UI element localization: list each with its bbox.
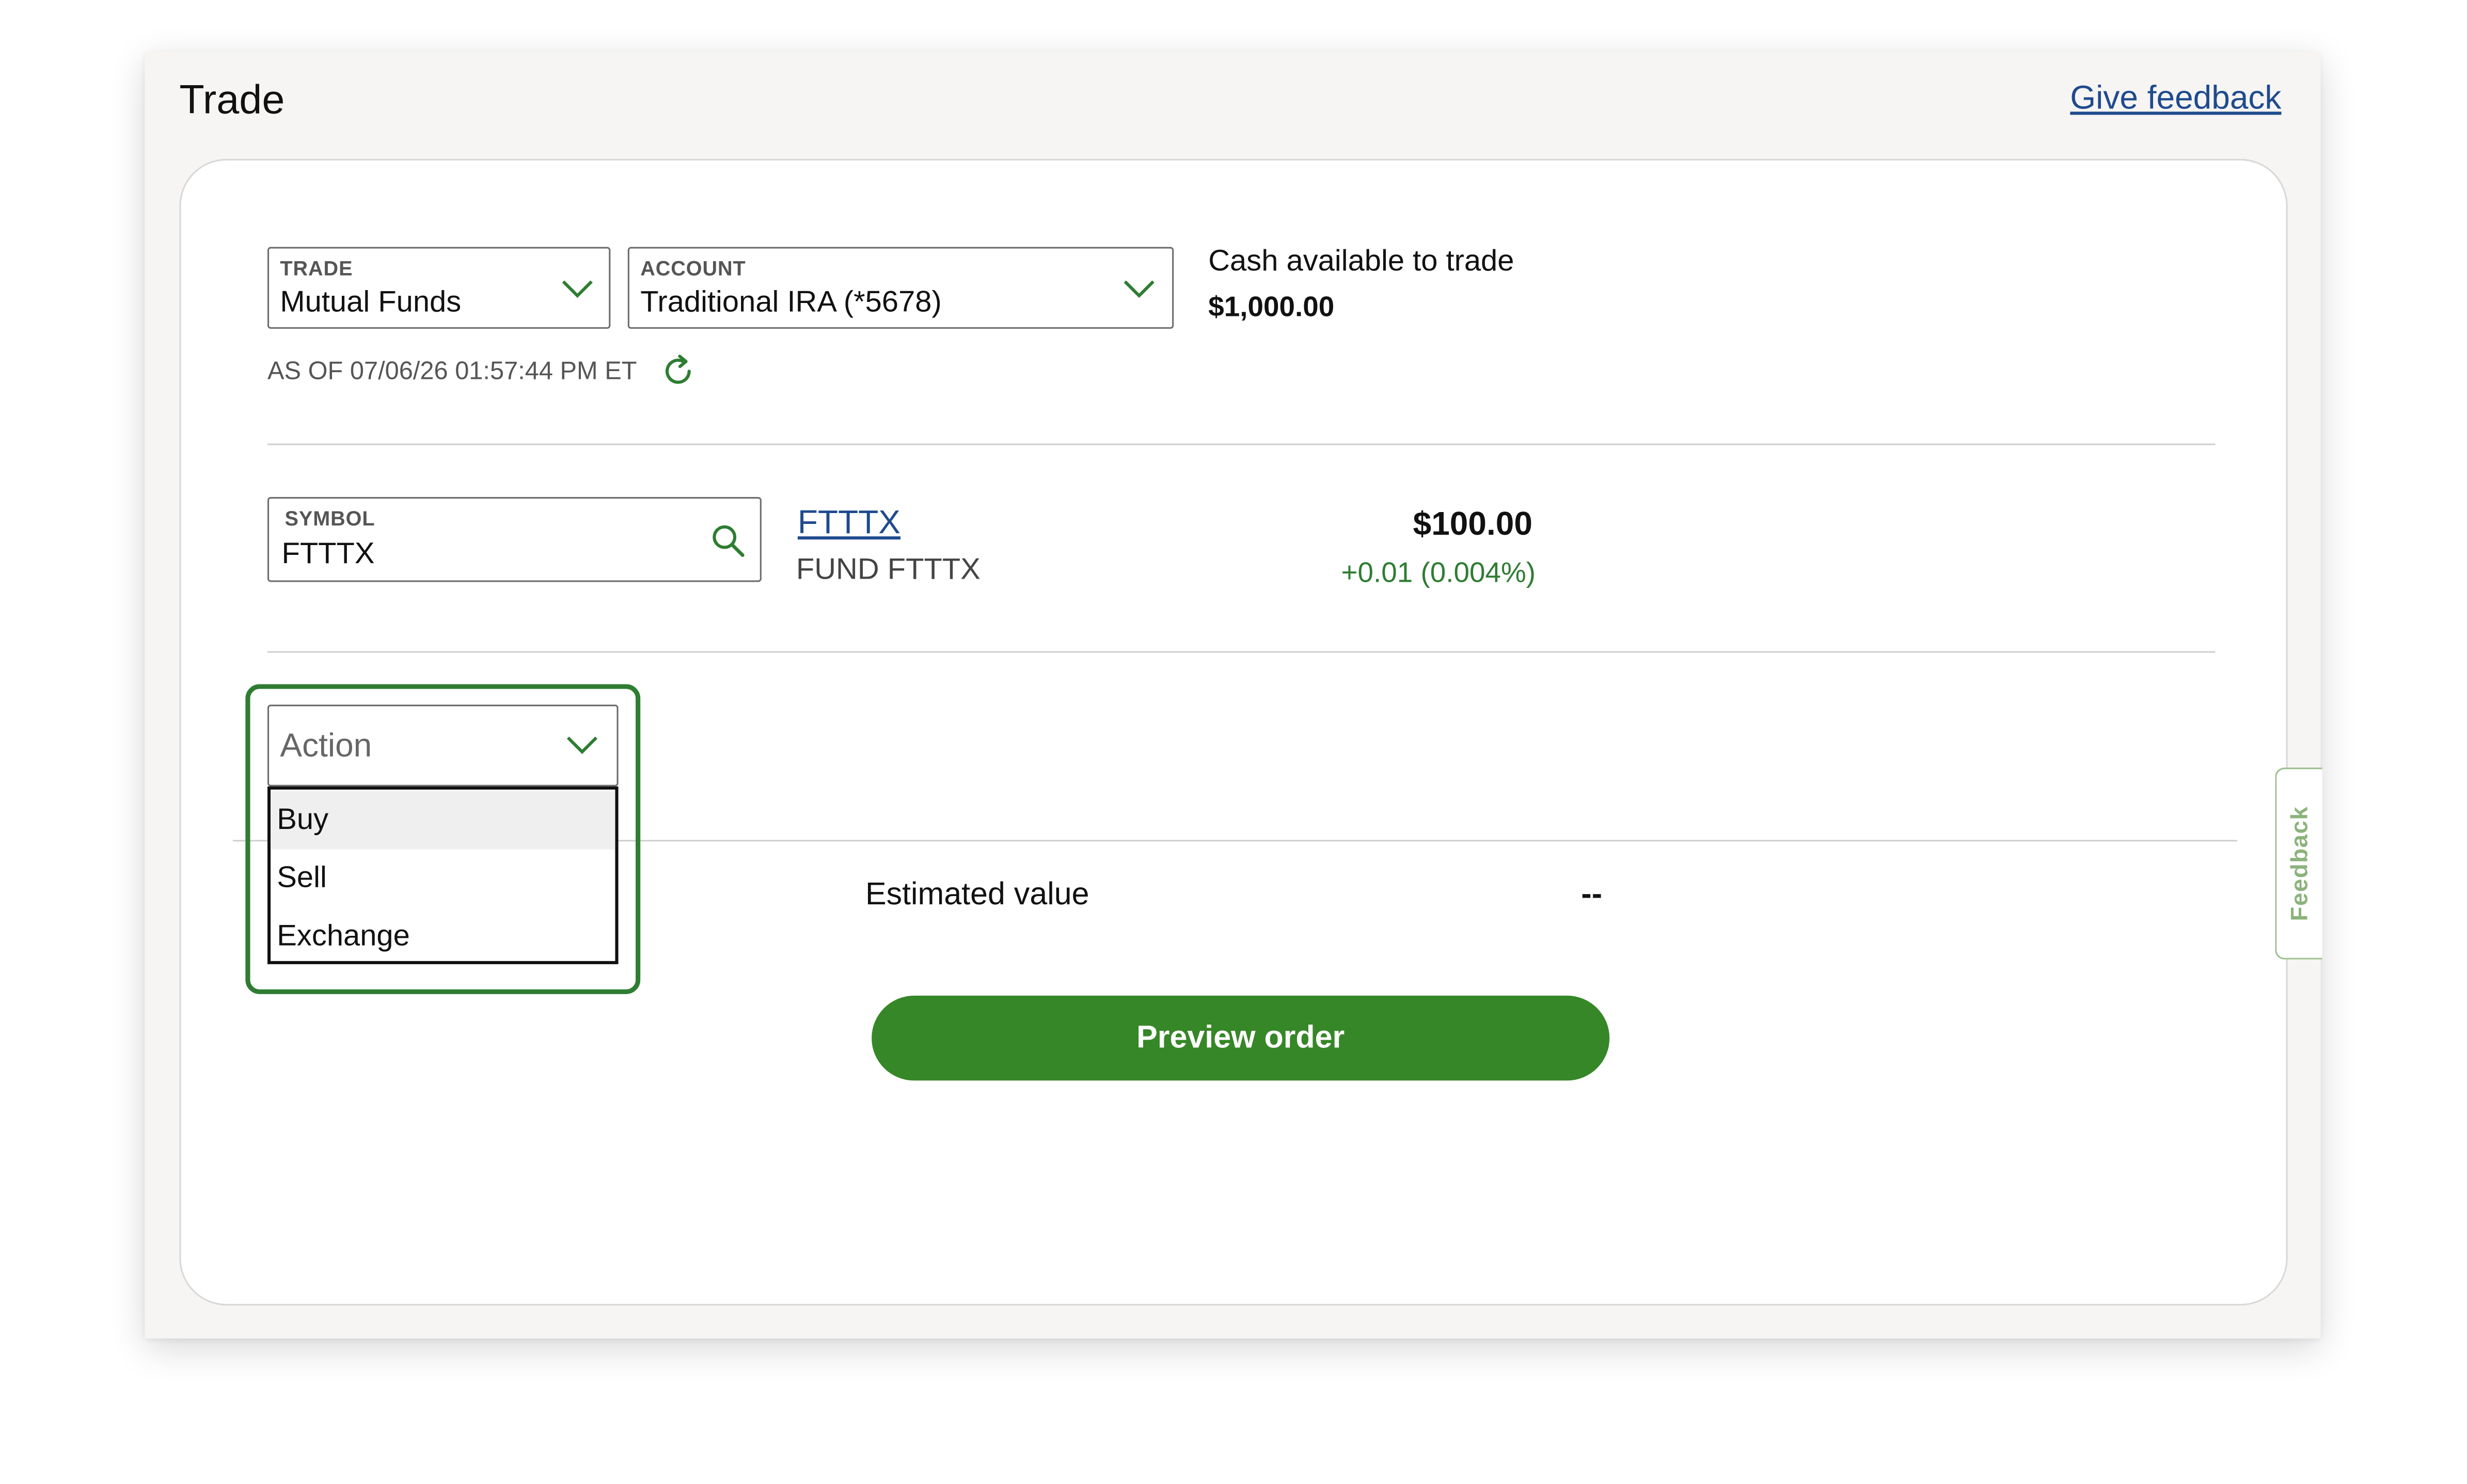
ticker-link[interactable]: FTTTX (798, 503, 900, 544)
trade-type-value: Mutual Funds (280, 286, 462, 320)
chevron-down-icon (1124, 280, 1155, 298)
action-option-buy[interactable]: Buy (271, 791, 615, 850)
stage: Trade Give feedback TRADE Mutual Funds A… (0, 0, 2467, 1483)
cash-available-label: Cash available to trade (1208, 245, 1514, 279)
estimated-value-label: Estimated value (865, 877, 1089, 913)
refresh-icon[interactable] (659, 353, 697, 390)
symbol-value: FTTTX (281, 538, 375, 571)
action-option-exchange[interactable]: Exchange (271, 907, 615, 966)
action-option-sell[interactable]: Sell (271, 849, 615, 907)
account-label: ACCOUNT (640, 256, 746, 280)
section-divider (267, 443, 2216, 445)
account-value: Traditional IRA (*5678) (640, 286, 942, 320)
quote-price: $100.00 (1413, 506, 1532, 543)
chevron-down-icon (562, 280, 593, 298)
action-dropdown-list: Buy Sell Exchange (267, 786, 619, 966)
give-feedback-link[interactable]: Give feedback (2070, 77, 2281, 121)
feedback-tab[interactable]: Feedback (2275, 768, 2322, 960)
symbol-input[interactable]: SYMBOL FTTTX (267, 497, 762, 582)
action-placeholder: Action (280, 728, 372, 764)
fund-name: FUND FTTTX (796, 553, 981, 587)
preview-order-button[interactable]: Preview order (872, 995, 1610, 1081)
page-title: Trade (179, 75, 285, 123)
chevron-down-icon (566, 736, 598, 754)
cash-available-value: $1,000.00 (1208, 291, 1335, 323)
trade-type-label: TRADE (280, 256, 353, 280)
trade-type-select[interactable]: TRADE Mutual Funds (267, 247, 611, 329)
estimated-value: -- (1581, 877, 1603, 913)
action-select[interactable]: Action (267, 705, 619, 787)
search-icon[interactable] (709, 522, 747, 560)
feedback-tab-label: Feedback (2286, 806, 2313, 921)
symbol-label: SYMBOL (284, 506, 375, 530)
account-select[interactable]: ACCOUNT Traditional IRA (*5678) (627, 247, 1174, 329)
as-of-timestamp: AS OF 07/06/26 01:57:44 PM ET (267, 358, 637, 386)
quote-change: +0.01 (0.004%) (1341, 556, 1536, 588)
section-divider (267, 651, 2216, 653)
